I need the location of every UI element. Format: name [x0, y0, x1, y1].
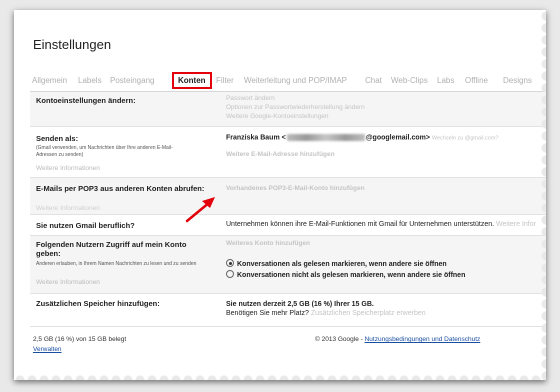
option-mark-read-label: Konversationen als gelesen markieren, we…: [237, 261, 447, 268]
storage-footer: 2,5 GB (16 %) von 15 GB belegt: [33, 336, 127, 343]
radio-selected-icon[interactable]: [226, 259, 234, 267]
business-text: Unternehmen können ihre E-Mail-Funktione…: [226, 221, 536, 228]
send-as-address: Franziska Baum < @googlemail.com> Wechsel…: [226, 134, 499, 141]
radio-unselected-icon[interactable]: [226, 270, 234, 278]
tab-web-clips[interactable]: Web-Clips: [391, 76, 428, 85]
manage-storage-link[interactable]: Verwalten: [33, 346, 62, 353]
account-settings-label: Kontoeinstellungen ändern:: [36, 96, 136, 105]
storage-label: Zusätzlichen Speicher hinzufügen:: [36, 299, 160, 308]
buy-storage-link[interactable]: Zusätzlichen Speicherplatz erwerben: [311, 310, 426, 317]
torn-edge-right: [536, 10, 546, 380]
settings-tabs: Allgemein Labels Posteingang Konten Filt…: [30, 72, 546, 89]
row-pop3: E-Mails per POP3 aus anderen Konten abru…: [30, 178, 546, 215]
access-help: Anderen erlauben, in Ihrem Namen Nachric…: [36, 261, 197, 267]
business-info-link[interactable]: Weitere Infor: [496, 221, 536, 228]
add-email-link[interactable]: Weitere E-Mail-Adresse hinzufügen: [226, 151, 335, 158]
tab-designs[interactable]: Designs: [503, 76, 532, 85]
row-storage: Zusätzlichen Speicher hinzufügen: Sie nu…: [30, 294, 546, 327]
send-as-label: Senden als:: [36, 134, 79, 143]
recovery-options-link[interactable]: Optionen zur Passwortwiederherstellung ä…: [226, 104, 365, 111]
row-account-settings: Kontoeinstellungen ändern: Passwort ände…: [30, 92, 546, 127]
tab-offline[interactable]: Offline: [465, 76, 488, 85]
pop3-label: E-Mails per POP3 aus anderen Konten abru…: [36, 184, 205, 193]
business-label: Sie nutzen Gmail beruflich?: [36, 221, 135, 230]
switch-gmail-hint[interactable]: Wechseln zu @gmail.com?: [432, 135, 499, 141]
access-label: Folgenden Nutzern Zugriff auf mein Konto…: [36, 240, 187, 258]
torn-edge-bottom: [14, 372, 546, 380]
tab-chat[interactable]: Chat: [365, 76, 382, 85]
storage-usage: Sie nutzen derzeit 2,5 GB (16 %) Ihrer 1…: [226, 301, 374, 308]
send-as-help: (Gmail verwenden, um Nachrichten über Ih…: [36, 145, 173, 158]
send-as-info-link[interactable]: Weitere Informationen: [36, 165, 100, 172]
row-send-as: Senden als: (Gmail verwenden, um Nachric…: [30, 127, 546, 178]
storage-upgrade: Benötigen Sie mehr Platz? Zusätzlichen S…: [226, 310, 426, 317]
tab-filter[interactable]: Filter: [216, 76, 234, 85]
settings-screenshot: Einstellungen Allgemein Labels Posteinga…: [14, 10, 546, 380]
footer-legal: © 2013 Google - Nutzungsbedingungen und …: [315, 336, 480, 343]
tab-weiterleitung[interactable]: Weiterleitung und POP/IMAP: [244, 76, 347, 85]
option-mark-unread[interactable]: Konversationen nicht als gelesen markier…: [226, 270, 465, 279]
access-info-link[interactable]: Weitere Informationen: [36, 279, 100, 286]
pop3-info-link[interactable]: Weitere Informationen: [36, 205, 100, 212]
redacted-email: [286, 134, 365, 141]
google-account-settings-link[interactable]: Weitere Google-Kontoeinstellungen: [226, 113, 329, 120]
tab-labels[interactable]: Labels: [78, 76, 102, 85]
row-delegate-access: Folgenden Nutzern Zugriff auf mein Konto…: [30, 236, 546, 294]
row-business: Sie nutzen Gmail beruflich? Unternehmen …: [30, 215, 546, 236]
option-mark-read[interactable]: Konversationen als gelesen markieren, we…: [226, 259, 447, 268]
sender-name: Franziska Baum <: [226, 134, 286, 142]
tab-posteingang[interactable]: Posteingang: [110, 76, 154, 85]
change-password-link[interactable]: Passwort ändern: [226, 95, 275, 102]
copyright: © 2013 Google -: [315, 336, 365, 343]
add-pop3-link[interactable]: Vorhandenes POP3-E-Mail-Konto hinzufügen: [226, 185, 365, 192]
email-domain: @googlemail.com>: [365, 134, 430, 142]
tab-allgemein[interactable]: Allgemein: [32, 76, 67, 85]
business-description: Unternehmen können ihre E-Mail-Funktione…: [226, 221, 495, 228]
add-account-link[interactable]: Weiteres Konto hinzufügen: [226, 240, 310, 247]
page-title: Einstellungen: [33, 37, 112, 52]
tab-konten[interactable]: Konten: [172, 72, 212, 89]
terms-link[interactable]: Nutzungsbedingungen und Datenschutz: [365, 336, 481, 343]
tab-labs[interactable]: Labs: [437, 76, 454, 85]
red-arrow-icon: [185, 197, 215, 223]
storage-question: Benötigen Sie mehr Platz?: [226, 310, 309, 317]
option-mark-unread-label: Konversationen nicht als gelesen markier…: [237, 272, 466, 279]
